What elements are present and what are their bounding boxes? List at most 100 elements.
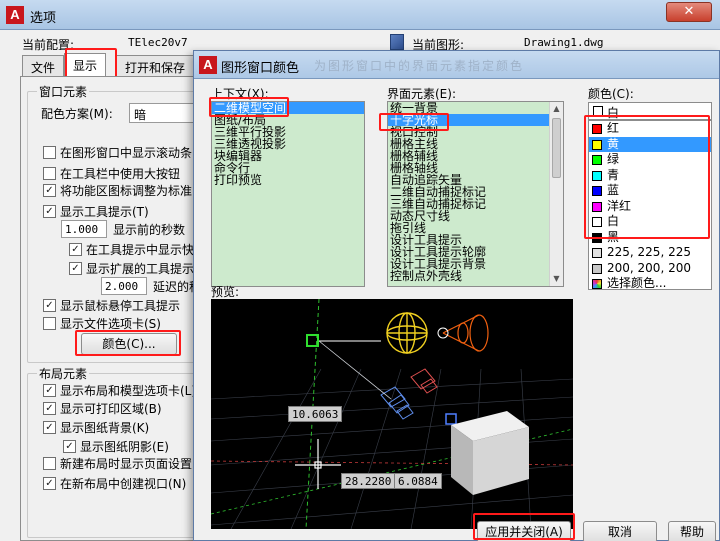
color-option[interactable]: 白: [589, 214, 711, 230]
checkbox-label: 显示鼠标悬停工具提示: [60, 298, 181, 313]
color-option[interactable]: 蓝: [589, 183, 711, 199]
current-profile-value: TElec20v7: [128, 36, 188, 49]
colors-button[interactable]: 颜色(C)...: [81, 333, 177, 355]
checkbox-box[interactable]: ✓: [69, 242, 82, 256]
checkbox-create-viewport[interactable]: ✓ 在新布局中创建视口(N): [43, 475, 186, 491]
color-option[interactable]: 洋红: [589, 199, 711, 215]
scroll-up-icon[interactable]: ▲: [551, 103, 562, 115]
checkbox-label: 在图形窗口中显示滚动条: [60, 145, 193, 160]
tab-display[interactable]: 显示: [64, 53, 107, 77]
checkbox-box[interactable]: ✓: [43, 401, 56, 415]
color-option[interactable]: 黑: [589, 230, 711, 246]
autocad-logo-icon: A: [6, 6, 24, 24]
preview-viewport: 10.6063 28.2280 6.0884: [211, 299, 573, 529]
checkbox-box[interactable]: [43, 145, 56, 159]
interface-element-label: 界面元素(E):: [387, 87, 456, 101]
checkbox-box[interactable]: ✓: [43, 476, 56, 490]
checkbox-label: 显示工具提示(T): [60, 204, 149, 219]
interface-element-item[interactable]: 控制点外壳线: [388, 270, 563, 282]
color-option[interactable]: 绿: [589, 152, 711, 168]
color-option-label: 黄: [607, 136, 620, 151]
checkbox-printable-area[interactable]: ✓ 显示可打印区域(B): [43, 400, 162, 416]
checkbox-label: 在工具栏中使用大按钮: [60, 166, 181, 181]
dynamic-dimension-3: 6.0884: [394, 473, 442, 489]
color-option[interactable]: 黄: [589, 136, 711, 152]
checkbox-label: 显示图纸背景(K): [60, 420, 150, 435]
checkbox-extended-tooltips[interactable]: ✓ 显示扩展的工具提示: [69, 260, 194, 276]
color-option[interactable]: 青: [589, 168, 711, 184]
checkbox-label: 在工具提示中显示快: [86, 242, 195, 257]
checkbox-box[interactable]: [43, 316, 56, 330]
cancel-button[interactable]: 取消: [583, 521, 657, 541]
color-swatch: [592, 263, 602, 274]
scroll-down-icon[interactable]: ▼: [551, 273, 562, 285]
context-item[interactable]: 打印预览: [212, 174, 364, 186]
context-items: 二维模型空间 图纸/布局 三维平行投影 三维透视投影 块编辑器 命令行 打印预览: [212, 102, 364, 186]
current-profile-label: 当前配置:: [22, 38, 75, 52]
checkbox-box[interactable]: ✓: [63, 439, 76, 453]
drawing-window-colors-dialog: A 图形窗口颜色 为图形窗口中的界面元素指定颜色 上下文(X): 二维模型空间图…: [193, 50, 720, 541]
color-swatch: [592, 155, 602, 165]
element-list-scrollbar[interactable]: ▲ ▼: [549, 102, 563, 286]
tab-files[interactable]: 文件: [22, 55, 65, 77]
checkbox-file-tabs[interactable]: 显示文件选项卡(S): [43, 315, 161, 331]
checkbox-large-buttons[interactable]: 在工具栏中使用大按钮: [43, 165, 180, 181]
help-button[interactable]: 帮助: [668, 521, 716, 541]
checkbox-box[interactable]: [43, 166, 56, 180]
interface-element-list[interactable]: 统一背景 十字光标 视口控制 栅格主线 栅格辅线 栅格轴线 自动追踪矢量 二维自动捕捉标记 三维…: [387, 101, 564, 287]
spotlight-icon: [437, 314, 489, 352]
context-list[interactable]: 二维模型空间 图纸/布局 三维平行投影 三维透视投影 块编辑器 命令行 打印预览: [211, 101, 365, 287]
checkbox-box[interactable]: ✓: [43, 183, 56, 197]
color-items: 红黄绿青蓝洋红白黑 225, 225, 225 200, 200, 200 选择颜色.…: [589, 121, 711, 289]
checkbox-box[interactable]: ✓: [43, 298, 56, 312]
color-option-label: 蓝: [607, 183, 620, 197]
checkbox-paper-background[interactable]: ✓ 显示图纸背景(K): [43, 419, 149, 435]
color-swatch: [592, 248, 602, 258]
checkbox-box[interactable]: ✓: [43, 383, 56, 397]
apply-close-button[interactable]: 应用并关闭(A): [477, 521, 571, 541]
checkbox-label: 将功能区图标调整为标准: [60, 183, 193, 198]
checkbox-resize-ribbon-icons[interactable]: ✓ 将功能区图标调整为标准: [43, 182, 192, 198]
checkbox-box[interactable]: [43, 456, 56, 470]
checkbox-paper-shadow[interactable]: ✓ 显示图纸阴影(E): [63, 438, 169, 454]
color-swatch: [592, 232, 602, 243]
color-label: 颜色(C):: [588, 87, 634, 101]
color-swatch: [592, 217, 602, 227]
current-drawing-value: Drawing1.dwg: [524, 36, 604, 49]
checkbox-box[interactable]: ✓: [43, 204, 56, 218]
color-select[interactable]: 白: [588, 102, 712, 120]
color-option-label: 白: [607, 214, 620, 228]
color-swatch: [592, 186, 602, 196]
color-option[interactable]: 225, 225, 225: [589, 245, 711, 261]
checkbox-page-setup-new-layout[interactable]: 新建布局时显示页面设置: [43, 455, 192, 471]
preview-scene: [211, 299, 573, 529]
tab-open-save[interactable]: 打开和保存: [116, 55, 195, 77]
scroll-thumb[interactable]: [552, 118, 561, 178]
checkbox-box[interactable]: ✓: [43, 420, 56, 434]
checkbox-show-scrollbars[interactable]: 在图形窗口中显示滚动条: [43, 144, 192, 160]
colors-title-bar[interactable]: A 图形窗口颜色 为图形窗口中的界面元素指定颜色: [194, 51, 719, 79]
colors-dialog-subtitle: 为图形窗口中的界面元素指定颜色: [314, 59, 525, 73]
window-elements-title: 窗口元素: [37, 83, 90, 100]
checkbox-layout-model-tabs[interactable]: ✓ 显示布局和模型选项卡(L): [43, 382, 196, 398]
color-swatch: [592, 201, 602, 212]
color-option-label: 青: [607, 167, 620, 182]
color-option[interactable]: 选择颜色...: [589, 276, 711, 289]
options-title-bar[interactable]: A 选项 ✕: [0, 0, 720, 30]
checkbox-show-tooltips[interactable]: ✓ 显示工具提示(T): [43, 203, 149, 219]
gray-cube: [451, 411, 529, 495]
color-dropdown-list[interactable]: 红黄绿青蓝洋红白黑 225, 225, 225 200, 200, 200 选择颜色.…: [588, 120, 712, 290]
checkbox-rollover-tooltips[interactable]: ✓ 显示鼠标悬停工具提示: [43, 297, 180, 313]
tooltip-delay-input[interactable]: 1.000: [61, 220, 107, 238]
crosshair-cursor: [295, 439, 341, 489]
checkbox-shortcut-in-tooltips[interactable]: ✓ 在工具提示中显示快: [69, 241, 194, 257]
checkbox-box[interactable]: ✓: [69, 261, 82, 275]
checkbox-label: 显示扩展的工具提示: [86, 261, 195, 276]
close-button[interactable]: ✕: [666, 2, 712, 22]
light-sphere-icon: [386, 312, 428, 354]
dynamic-dimension-1: 10.6063: [288, 406, 343, 422]
extended-delay-input[interactable]: 2.000: [101, 277, 147, 295]
color-scheme-label: 配色方案(M):: [41, 107, 113, 121]
color-option[interactable]: 200, 200, 200: [589, 261, 711, 277]
color-option[interactable]: 红: [589, 121, 711, 137]
